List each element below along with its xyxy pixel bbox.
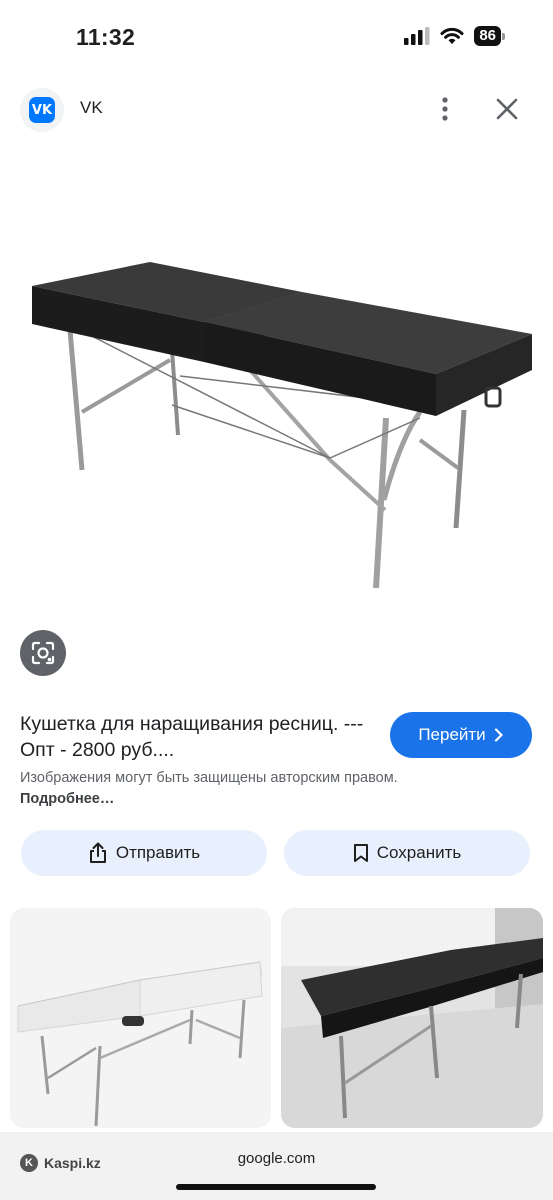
main-image[interactable] bbox=[0, 150, 553, 630]
browser-bottom-bar: K Kaspi.kz google.com bbox=[0, 1132, 553, 1200]
save-label: Сохранить bbox=[376, 843, 462, 862]
vk-logo[interactable]: VK bbox=[20, 88, 64, 132]
share-icon bbox=[89, 842, 106, 863]
status-bar: 11:32 86 bbox=[0, 0, 553, 76]
result-title[interactable]: Кушетка для наращивания ресниц. --- Опт … bbox=[20, 711, 375, 763]
learn-more-link[interactable]: Подробнее… bbox=[20, 791, 114, 807]
wifi-icon bbox=[440, 27, 464, 44]
source-header: VK VK bbox=[0, 84, 553, 136]
goto-label: Перейти bbox=[418, 725, 486, 744]
address-bar[interactable]: google.com bbox=[0, 1150, 553, 1167]
home-indicator[interactable] bbox=[176, 1184, 376, 1190]
lens-search-icon bbox=[31, 641, 55, 665]
save-button[interactable]: Сохранить bbox=[284, 830, 530, 876]
copyright-text: Изображения могут быть защищены авторски… bbox=[20, 770, 398, 786]
copyright-notice: Изображения могут быть защищены авторски… bbox=[20, 768, 400, 810]
chevron-right-icon bbox=[494, 728, 503, 742]
signal-icon bbox=[404, 27, 430, 45]
close-icon[interactable] bbox=[494, 96, 520, 122]
share-label: Отправить bbox=[115, 843, 201, 862]
related-image-black-table[interactable] bbox=[281, 908, 543, 1128]
source-name[interactable]: VK bbox=[80, 98, 103, 118]
goto-button[interactable]: Перейти bbox=[390, 712, 532, 758]
status-icons: 86 bbox=[404, 26, 505, 46]
related-image-white-table[interactable] bbox=[10, 908, 271, 1128]
share-button[interactable]: Отправить bbox=[21, 830, 267, 876]
vk-logo-mark: VK bbox=[29, 97, 55, 123]
battery-icon: 86 bbox=[474, 26, 505, 46]
battery-level: 86 bbox=[474, 26, 501, 46]
status-time: 11:32 bbox=[76, 24, 136, 50]
bookmark-icon bbox=[353, 844, 368, 862]
lens-search-button[interactable] bbox=[20, 630, 66, 676]
more-vert-icon[interactable] bbox=[432, 94, 458, 124]
